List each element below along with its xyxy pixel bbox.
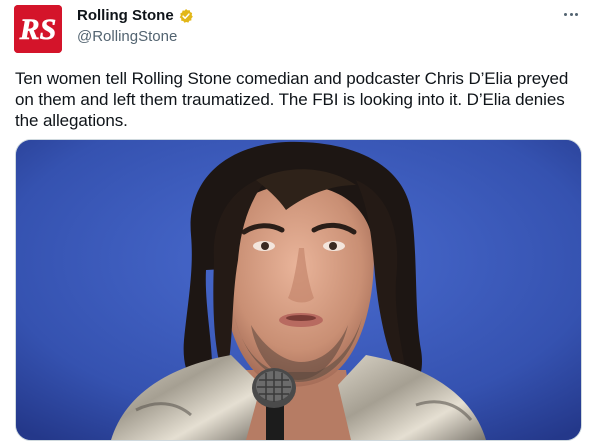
more-dot-icon bbox=[569, 12, 573, 16]
svg-text:RS: RS bbox=[19, 13, 57, 46]
more-dot-icon bbox=[564, 12, 568, 16]
photo-image bbox=[16, 140, 581, 440]
verified-badge-icon bbox=[178, 8, 194, 24]
tweet-card: RS Rolling Stone @RollingStone Ten women… bbox=[0, 0, 598, 441]
rolling-stone-logo-icon: RS bbox=[14, 5, 62, 53]
author-info: Rolling Stone @RollingStone bbox=[77, 6, 194, 47]
name-row: Rolling Stone bbox=[77, 6, 194, 26]
author-name[interactable]: Rolling Stone bbox=[77, 6, 174, 26]
more-dot-icon bbox=[574, 12, 578, 16]
avatar[interactable]: RS bbox=[14, 5, 62, 53]
author-handle[interactable]: @RollingStone bbox=[77, 27, 194, 47]
tweet-photo[interactable] bbox=[15, 139, 582, 441]
more-options-button[interactable] bbox=[558, 4, 584, 24]
tweet-text: Ten women tell Rolling Stone comedian an… bbox=[15, 69, 569, 130]
